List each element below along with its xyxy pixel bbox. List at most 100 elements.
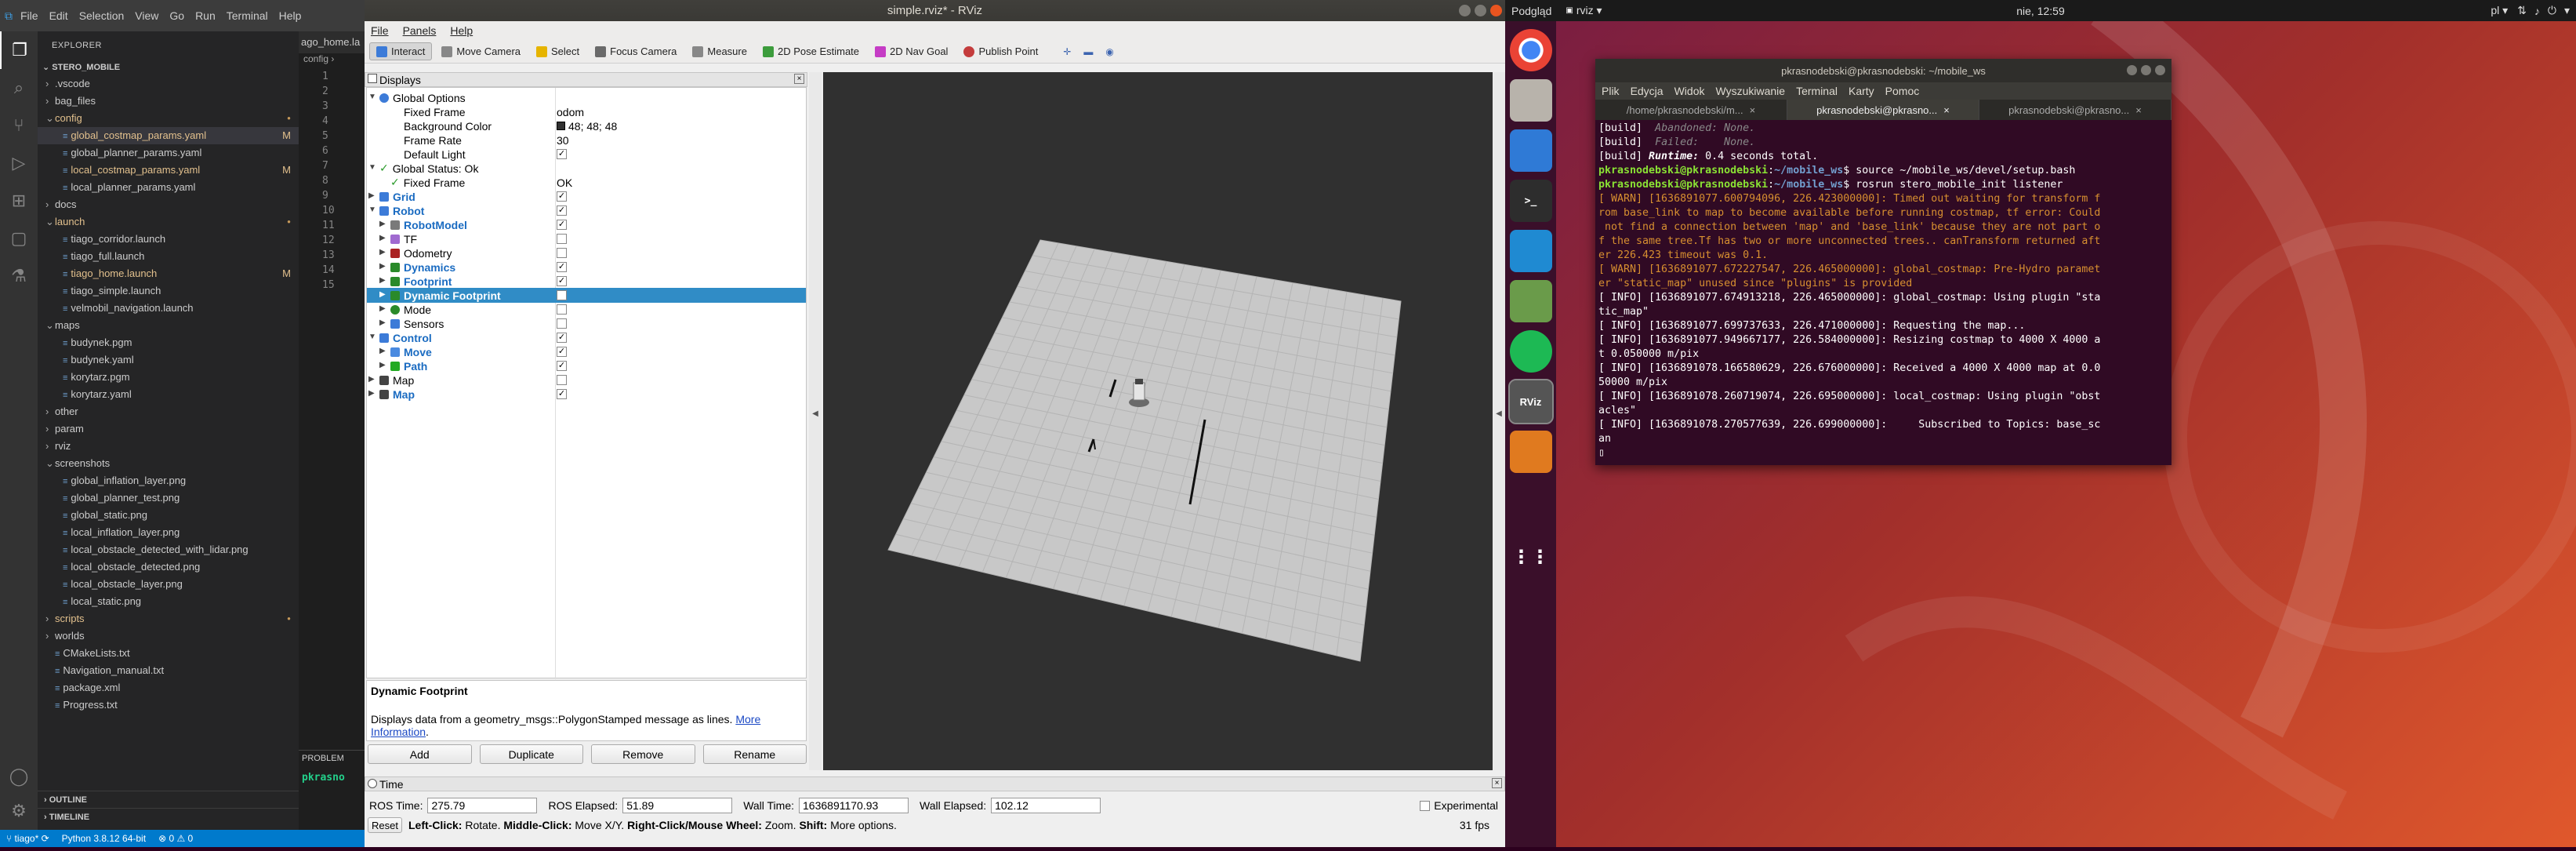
folder-item[interactable]: › docs bbox=[38, 196, 299, 213]
file-item[interactable]: ≡ velmobil_navigation.launch bbox=[38, 300, 299, 317]
dock-viewer-icon[interactable] bbox=[1509, 280, 1552, 322]
expand-arrow-icon[interactable]: ▶ bbox=[368, 389, 375, 398]
dock-terminal-icon[interactable]: >_ bbox=[1509, 180, 1552, 222]
collapse-arrow-icon[interactable]: ▼ bbox=[368, 333, 376, 341]
enable-checkbox[interactable]: ✓ bbox=[557, 290, 567, 300]
file-item[interactable]: ≡ local_obstacle_layer.png bbox=[38, 576, 299, 593]
file-item[interactable]: ≡ local_planner_params.yaml bbox=[38, 179, 299, 196]
editor-tab[interactable]: ago_home.la bbox=[299, 31, 365, 53]
expand-arrow-icon[interactable]: ▶ bbox=[379, 304, 386, 313]
terminal-menu-item[interactable]: Terminal bbox=[1796, 85, 1838, 97]
file-item[interactable]: ≡ tiago_corridor.launch bbox=[38, 231, 299, 248]
experimental-checkbox[interactable] bbox=[1420, 800, 1431, 811]
enable-checkbox[interactable] bbox=[557, 248, 567, 258]
minus-icon[interactable]: ▬ bbox=[1083, 46, 1093, 57]
right-splitter[interactable]: ◀ bbox=[1493, 72, 1505, 770]
file-item[interactable]: ≡ CMakeLists.txt bbox=[38, 645, 299, 662]
display-value[interactable]: odom bbox=[557, 106, 584, 118]
display-row[interactable]: ▶ Map bbox=[367, 373, 806, 387]
python-interpreter[interactable]: Python 3.8.12 64-bit bbox=[62, 833, 146, 844]
enable-checkbox[interactable]: ✓ bbox=[557, 205, 567, 216]
expand-arrow-icon[interactable]: ▶ bbox=[379, 234, 386, 242]
duplicate-button[interactable]: Duplicate bbox=[479, 744, 583, 764]
network-icon[interactable]: ⇅ bbox=[2517, 4, 2527, 17]
file-item[interactable]: ≡ global_inflation_layer.png bbox=[38, 472, 299, 489]
ros-time-field[interactable]: 275.79 bbox=[427, 798, 538, 813]
dock-files-icon[interactable] bbox=[1509, 79, 1552, 122]
expand-arrow-icon[interactable]: ▶ bbox=[379, 220, 386, 228]
terminal-tab[interactable]: pkrasnodebski@pkrasno... × bbox=[1979, 100, 2171, 120]
display-value[interactable]: OK bbox=[557, 176, 572, 189]
display-row[interactable]: ▼ Global Options bbox=[367, 90, 806, 105]
display-value[interactable]: 48; 48; 48 bbox=[557, 120, 617, 133]
vscode-menu-run[interactable]: Run bbox=[195, 9, 216, 22]
branch-status[interactable]: ⑂ tiago* ⟳ bbox=[6, 833, 49, 844]
tool-publish-point[interactable]: Publish Point bbox=[957, 43, 1044, 60]
display-row[interactable]: ▶ Dynamic Footprint ✓ bbox=[367, 288, 806, 303]
term-close-button[interactable] bbox=[2155, 65, 2165, 75]
rviz-menu-file[interactable]: File bbox=[371, 24, 389, 37]
display-row[interactable]: ▶ Move ✓ bbox=[367, 344, 806, 359]
ros-elapsed-field[interactable]: 51.89 bbox=[622, 798, 733, 813]
camera-view-icon[interactable]: ◉ bbox=[1105, 46, 1113, 57]
collapse-right-icon[interactable]: ◀ bbox=[1493, 409, 1505, 418]
display-row[interactable]: Frame Rate 30 bbox=[367, 133, 806, 147]
tool-interact[interactable]: Interact bbox=[369, 42, 433, 60]
terminal-tab[interactable]: /home/pkrasnodebski/m... × bbox=[1595, 100, 1787, 120]
extensions-icon[interactable]: ⊞ bbox=[0, 182, 38, 220]
display-row[interactable]: ✓ Fixed Frame OK bbox=[367, 175, 806, 190]
project-root[interactable]: ⌄ STERO_MOBILE bbox=[38, 60, 299, 75]
expand-arrow-icon[interactable]: ▶ bbox=[368, 191, 375, 200]
account-icon[interactable]: ◯ bbox=[0, 758, 38, 795]
folder-item[interactable]: › param bbox=[38, 420, 299, 438]
collapse-left-icon[interactable]: ◀ bbox=[809, 409, 822, 418]
app-menu[interactable]: ▣ rviz ▾ bbox=[1566, 4, 1602, 17]
remove-button[interactable]: Remove bbox=[591, 744, 695, 764]
dock-vscode-icon[interactable] bbox=[1509, 230, 1552, 272]
tool-focus-camera[interactable]: Focus Camera bbox=[589, 43, 683, 60]
display-row[interactable]: ▶ Map ✓ bbox=[367, 387, 806, 402]
file-item[interactable]: ≡ local_inflation_layer.png bbox=[38, 524, 299, 541]
source-control-icon[interactable]: ⑂ bbox=[0, 107, 38, 144]
expand-arrow-icon[interactable]: ▶ bbox=[379, 248, 386, 256]
terminal-tab[interactable]: pkrasnodebski@pkrasno... × bbox=[1787, 100, 1979, 120]
enable-checkbox[interactable]: ✓ bbox=[557, 191, 567, 202]
folder-item[interactable]: › rviz bbox=[38, 438, 299, 455]
dock-docs-icon[interactable] bbox=[1509, 129, 1552, 172]
enable-checkbox[interactable] bbox=[557, 304, 567, 315]
expand-arrow-icon[interactable]: ▶ bbox=[379, 361, 386, 369]
file-item[interactable]: ≡ global_static.png bbox=[38, 507, 299, 524]
collapse-arrow-icon[interactable]: ▼ bbox=[368, 93, 376, 101]
timeline-section[interactable]: › TIMELINE bbox=[38, 808, 299, 826]
system-menu-icon[interactable]: ▾ bbox=[2564, 4, 2570, 17]
vscode-menu-view[interactable]: View bbox=[135, 9, 158, 22]
file-item[interactable]: ≡ global_planner_test.png bbox=[38, 489, 299, 507]
problems-count[interactable]: ⊗ 0 ⚠ 0 bbox=[158, 833, 193, 844]
display-row[interactable]: ▶ Path ✓ bbox=[367, 358, 806, 373]
dock-spotify-icon[interactable] bbox=[1509, 330, 1552, 373]
enable-checkbox[interactable]: ✓ bbox=[557, 333, 567, 343]
tool-measure[interactable]: Measure bbox=[686, 43, 753, 60]
folder-item[interactable]: ⌄ launch ● bbox=[38, 213, 299, 231]
term-maximize-button[interactable] bbox=[2141, 65, 2151, 75]
tool-move-camera[interactable]: Move Camera bbox=[435, 43, 527, 60]
expand-arrow-icon[interactable]: ▶ bbox=[379, 290, 386, 299]
file-item[interactable]: ≡ tiago_home.launch M bbox=[38, 265, 299, 282]
collapse-arrow-icon[interactable]: ▼ bbox=[368, 205, 376, 214]
expand-arrow-icon[interactable]: ▶ bbox=[379, 262, 386, 271]
display-row[interactable]: ▶ RobotModel ✓ bbox=[367, 217, 806, 232]
3d-viewport[interactable] bbox=[823, 72, 1493, 770]
enable-checkbox[interactable]: ✓ bbox=[557, 347, 567, 357]
file-item[interactable]: ≡ korytarz.yaml bbox=[38, 386, 299, 403]
collapse-arrow-icon[interactable]: ▼ bbox=[368, 163, 376, 172]
vscode-menu-edit[interactable]: Edit bbox=[49, 9, 68, 22]
enable-checkbox[interactable] bbox=[557, 375, 567, 385]
tab-close-icon[interactable]: × bbox=[1943, 104, 1950, 116]
clock[interactable]: nie, 12:59 bbox=[2016, 5, 2065, 17]
file-item[interactable]: ≡ Progress.txt bbox=[38, 696, 299, 714]
file-item[interactable]: ≡ budynek.yaml bbox=[38, 351, 299, 369]
enable-checkbox[interactable]: ✓ bbox=[557, 262, 567, 272]
folder-item[interactable]: › worlds bbox=[38, 627, 299, 645]
display-row[interactable]: ▼ ✓ Global Status: Ok bbox=[367, 161, 806, 176]
file-item[interactable]: ≡ package.xml bbox=[38, 679, 299, 696]
